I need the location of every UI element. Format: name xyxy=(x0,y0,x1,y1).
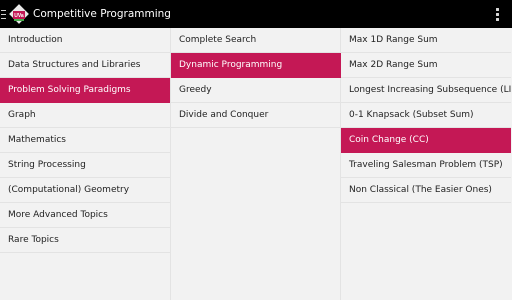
navigation-drawer-icon[interactable] xyxy=(1,10,6,19)
category-item[interactable]: Problem Solving Paradigms xyxy=(0,78,170,103)
problem-item[interactable]: Traveling Salesman Problem (TSP) xyxy=(341,153,511,178)
category-item[interactable]: (Computational) Geometry xyxy=(0,178,170,203)
app-icon-text: UVa xyxy=(14,13,24,19)
category-item[interactable]: Rare Topics xyxy=(0,228,170,253)
category-item[interactable]: Data Structures and Libraries xyxy=(0,53,170,78)
problem-item[interactable]: Max 1D Range Sum xyxy=(341,28,511,53)
paradigm-list: Complete Search Dynamic Programming Greedy… xyxy=(171,28,341,128)
app-title: Competitive Programming xyxy=(33,8,171,20)
problem-item[interactable]: 0-1 Knapsack (Subset Sum) xyxy=(341,103,511,128)
problem-list: Max 1D Range Sum Max 2D Range Sum Longest … xyxy=(341,28,511,203)
paradigm-item[interactable]: Dynamic Programming xyxy=(171,53,341,78)
category-item[interactable]: Introduction xyxy=(0,28,170,53)
paradigm-item[interactable]: Complete Search xyxy=(171,28,341,53)
category-list: Introduction Data Structures and Librarie… xyxy=(0,28,170,253)
action-bar: UVa Competitive Programming xyxy=(0,0,512,28)
category-item[interactable]: String Processing xyxy=(0,153,170,178)
problem-item[interactable]: Max 2D Range Sum xyxy=(341,53,511,78)
category-item[interactable]: Mathematics xyxy=(0,128,170,153)
overflow-menu-icon[interactable] xyxy=(496,8,500,21)
category-item[interactable]: More Advanced Topics xyxy=(0,203,170,228)
paradigm-item[interactable]: Greedy xyxy=(171,78,341,103)
category-item[interactable]: Graph xyxy=(0,103,170,128)
paradigm-item[interactable]: Divide and Conquer xyxy=(171,103,341,128)
problem-item[interactable]: Coin Change (CC) xyxy=(341,128,511,153)
problem-item[interactable]: Longest Increasing Subsequence (LIS) xyxy=(341,78,511,103)
uva-logo-icon[interactable]: UVa xyxy=(9,4,29,24)
problem-item[interactable]: Non Classical (The Easier Ones) xyxy=(341,178,511,203)
